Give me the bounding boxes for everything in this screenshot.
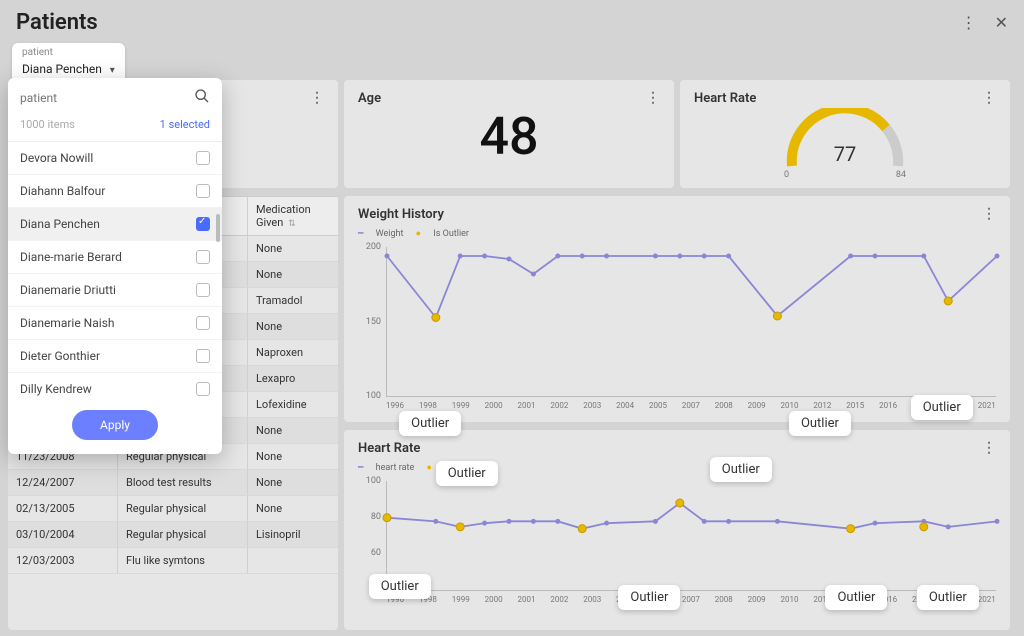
outlier-label: Outlier [436,461,498,486]
outlier-label: Outlier [911,395,973,420]
hr-min: 0 [784,170,789,180]
card-more-icon[interactable]: ⋮ [982,90,996,106]
checkbox[interactable] [196,217,210,231]
patient-name: Dianemarie Driutti [20,283,116,297]
checkbox[interactable] [196,151,210,165]
outlier-label: Outlier [399,411,461,436]
patient-name: Dilly Kendrew [20,382,92,396]
table-row[interactable]: 03/10/2004Regular physicalLisinopril [8,522,338,548]
hr-max: 84 [896,170,906,180]
patient-name: Dieter Gonthier [20,349,100,363]
hr-value: 77 [780,142,910,166]
checkbox[interactable] [196,382,210,396]
outlier-label: Outlier [825,585,887,610]
patient-name: Dianemarie Naish [20,316,115,330]
weight-legend: ━ Weight ● Is Outlier [344,228,1010,243]
weight-title: Weight History [358,207,444,222]
patient-name: Diane-marie Berard [20,250,122,264]
hr-gauge: 77 084 [780,108,910,170]
patient-list[interactable]: Devora Nowill Diahann Balfour Diana Penche… [8,142,222,398]
card-more-icon[interactable]: ⋮ [982,206,996,222]
heart-rate-history-card: Heart Rate⋮ ━ heart rate ● Is Outlier 10… [344,430,1010,630]
patient-list-item[interactable]: Diane-marie Berard [8,241,222,274]
patient-list-item[interactable]: Dieter Gonthier [8,340,222,373]
checkbox[interactable] [196,316,210,330]
search-icon[interactable] [194,88,210,108]
patient-name: Devora Nowill [20,151,93,165]
patient-list-item[interactable]: Dianemarie Naish [8,307,222,340]
patient-name: Diana Penchen [20,217,100,231]
checkbox[interactable] [196,349,210,363]
hr-chart: 100 80 60 40 Outlier Outlier Outlier Out… [386,481,996,591]
outlier-label: Outlier [618,585,680,610]
heart-rate-card: Heart Rate⋮ 77 084 [680,80,1010,188]
outlier-label: Outlier [917,585,979,610]
item-count: 1000 items [20,118,75,131]
weight-history-card: Weight History ⋮ ━ Weight ● Is Outlier 20… [344,196,1010,422]
outlier-label: Outlier [369,574,431,599]
selected-count[interactable]: 1 selected [160,118,210,131]
table-row[interactable]: 12/03/2003Flu like symtons [8,548,338,574]
patient-list-item[interactable]: Devora Nowill [8,142,222,175]
checkbox[interactable] [196,250,210,264]
checkbox[interactable] [196,184,210,198]
card-more-icon[interactable]: ⋮ [310,90,324,106]
age-value: 48 [344,106,674,167]
close-icon[interactable]: ✕ [995,13,1008,32]
card-more-icon[interactable]: ⋮ [646,90,660,106]
age-card: Age ⋮ 48 [344,80,674,188]
age-label: Age [358,91,381,106]
apply-button[interactable]: Apply [72,410,158,440]
table-row[interactable]: 12/24/2007Blood test resultsNone [8,470,338,496]
page-header: Patients ⋮ ✕ [0,0,1024,39]
chevron-down-icon: ▾ [110,65,115,76]
weight-chart: 200 150 100 Outlier Outlier Outlier [386,247,996,397]
chip-label: patient [22,47,115,58]
patient-name: Diahann Balfour [20,184,105,198]
outlier-label: Outlier [710,457,772,482]
patient-search-input[interactable] [20,91,194,105]
checkbox[interactable] [196,283,210,297]
sort-icon[interactable]: ⇅ [288,219,296,229]
scrollbar-thumb[interactable] [216,214,220,242]
patient-list-item[interactable]: Diahann Balfour [8,175,222,208]
page-title: Patients [16,10,961,35]
patient-filter-chip[interactable]: patient Diana Penchen ▾ [12,43,125,83]
patient-dropdown-popup: 1000 items 1 selected Devora Nowill Diaha… [8,78,222,454]
hrhist-title: Heart Rate [358,441,420,456]
chip-value: Diana Penchen [22,62,102,76]
patient-list-item[interactable]: Dianemarie Driutti [8,274,222,307]
outlier-label: Outlier [789,411,851,436]
hr-label: Heart Rate [694,91,756,106]
table-row[interactable]: 02/13/2005Regular physicalNone [8,496,338,522]
more-icon[interactable]: ⋮ [961,13,977,32]
patient-list-item[interactable]: Diana Penchen [8,208,222,241]
card-more-icon[interactable]: ⋮ [982,440,996,456]
patient-list-item[interactable]: Dilly Kendrew [8,373,222,398]
